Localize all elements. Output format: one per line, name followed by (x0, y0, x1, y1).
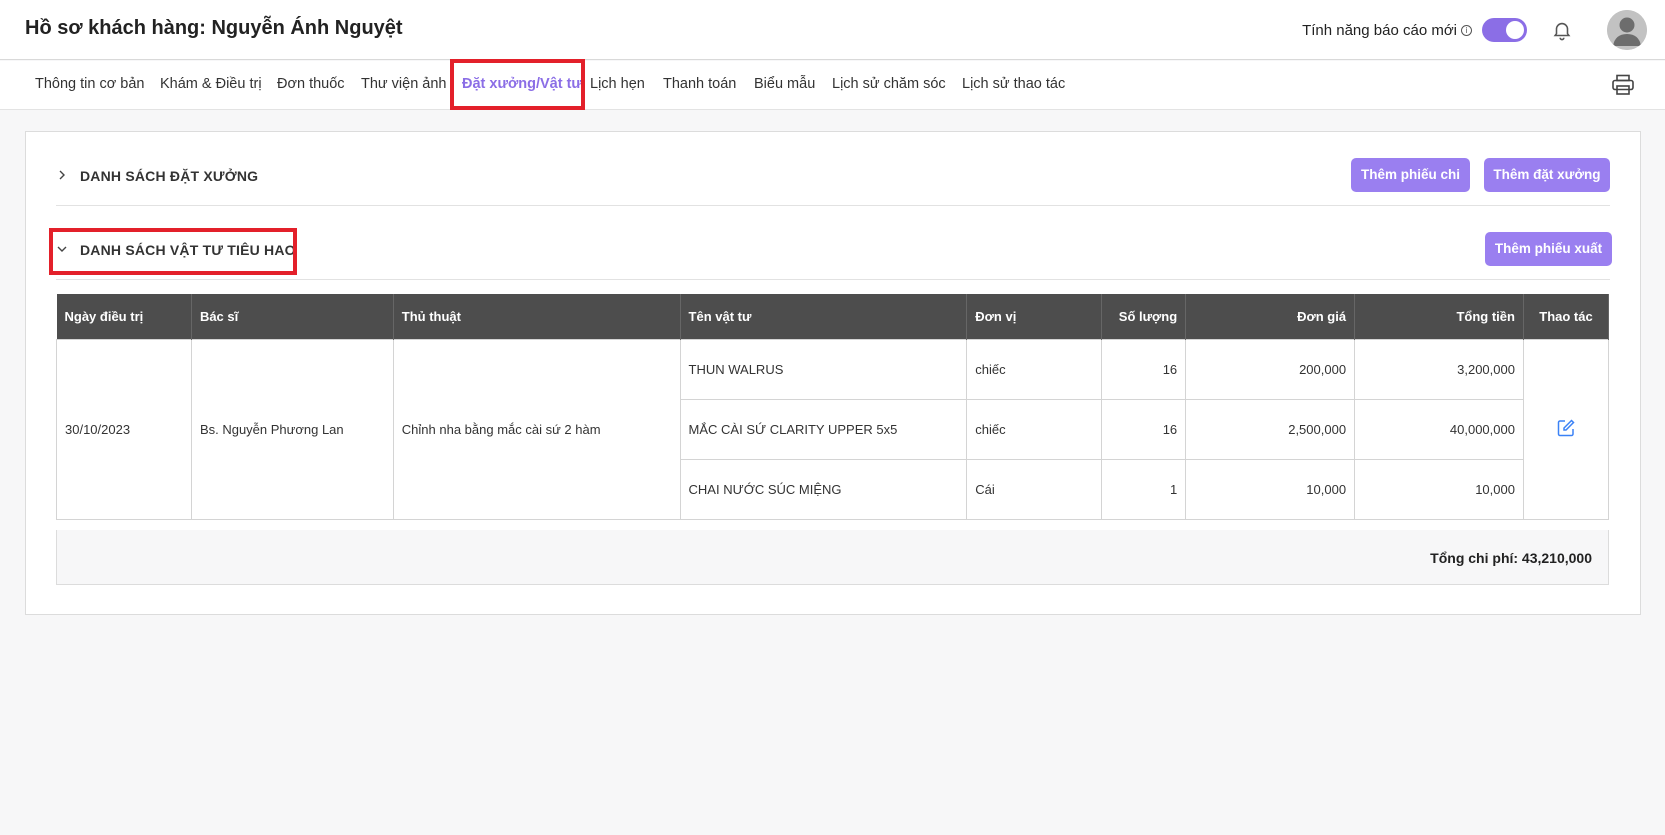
cell-unit: chiếc (966, 398, 1103, 460)
page-title: Hồ sơ khách hàng: Nguyễn Ánh Nguyệt (25, 17, 403, 39)
new-report-toggle[interactable] (1482, 18, 1527, 42)
col-item-name: Tên vật tư (680, 294, 968, 339)
new-report-feature-label: Tính năng báo cáo mới (1302, 21, 1457, 39)
total-cost-text: Tổng chi phí: 43,210,000 (1430, 550, 1592, 566)
cell-total: 40,000,000 (1354, 398, 1524, 460)
col-actions: Thao tác (1523, 294, 1610, 339)
table-row: 30/10/2023 Bs. Nguyễn Phương Lan Chỉnh n… (56, 338, 1610, 520)
tab-prescription[interactable]: Đơn thuốc (277, 76, 345, 92)
cell-actions (1522, 338, 1610, 520)
cell-treatment-date: 30/10/2023 (56, 338, 192, 520)
user-avatar[interactable] (1607, 10, 1647, 50)
cell-doctor: Bs. Nguyễn Phương Lan (190, 338, 394, 520)
cell-quantity: 16 (1101, 398, 1187, 460)
tab-action-history[interactable]: Lịch sử thao tác (962, 76, 1065, 92)
workshop-section-title: DANH SÁCH ĐẶT XƯỞNG (80, 168, 259, 184)
cell-quantity: 16 (1101, 338, 1187, 400)
table-header-row: Ngày điều trị Bác sĩ Thủ thuật Tên vật t… (56, 294, 1610, 339)
cell-total: 10,000 (1354, 458, 1524, 520)
col-unit-price: Đơn giá (1185, 294, 1356, 339)
tab-payment[interactable]: Thanh toán (663, 76, 736, 92)
workshop-section-header[interactable]: DANH SÁCH ĐẶT XƯỞNG Thêm phiếu chi Thêm … (56, 152, 1610, 206)
highlight-supplies-section (49, 228, 297, 275)
tab-appointments[interactable]: Lịch hẹn (590, 76, 645, 92)
cell-item-name: CHAI NƯỚC SÚC MIỆNG (679, 458, 968, 520)
col-quantity: Số lượng (1101, 294, 1187, 339)
col-procedure: Thủ thuật (393, 294, 681, 339)
highlight-active-tab (450, 59, 585, 110)
app-header: Hồ sơ khách hàng: Nguyễn Ánh Nguyệt Tính… (0, 0, 1665, 60)
add-export-slip-button[interactable]: Thêm phiếu xuất (1485, 232, 1612, 266)
bell-icon[interactable] (1551, 19, 1573, 41)
header-actions: Tính năng báo cáo mới i (1302, 10, 1647, 50)
cell-unit: chiếc (966, 338, 1103, 400)
printer-icon[interactable] (1611, 74, 1635, 96)
tab-basic-info[interactable]: Thông tin cơ bản (35, 76, 144, 92)
cell-unit: Cái (966, 458, 1103, 520)
tab-photo-library[interactable]: Thư viện ảnh (361, 76, 446, 92)
cell-item-name: THUN WALRUS (679, 338, 968, 400)
col-total: Tổng tiền (1354, 294, 1524, 339)
edit-icon[interactable] (1556, 418, 1576, 438)
total-cost-bar: Tổng chi phí: 43,210,000 (56, 530, 1609, 585)
toggle-knob (1506, 21, 1524, 39)
col-treatment-date: Ngày điều trị (56, 294, 192, 339)
cell-unit-price: 2,500,000 (1185, 398, 1356, 460)
cell-unit-price: 10,000 (1185, 458, 1356, 520)
supplies-table: Ngày điều trị Bác sĩ Thủ thuật Tên vật t… (56, 294, 1610, 520)
col-doctor: Bác sĩ (191, 294, 394, 339)
cell-total: 3,200,000 (1354, 338, 1524, 400)
tab-exam-treatment[interactable]: Khám & Điều trị (160, 76, 262, 92)
tab-forms[interactable]: Biểu mẫu (754, 76, 815, 92)
tab-care-history[interactable]: Lịch sử chăm sóc (832, 76, 946, 92)
col-unit: Đơn vị (966, 294, 1103, 339)
cell-quantity: 1 (1101, 458, 1187, 520)
profile-tabs: Thông tin cơ bản Khám & Điều trị Đơn thu… (0, 61, 1665, 110)
cell-procedure: Chỉnh nha bằng mắc cài sứ 2 hàm (392, 338, 681, 520)
add-workshop-order-button[interactable]: Thêm đặt xưởng (1484, 158, 1610, 192)
avatar-silhouette-icon (1607, 10, 1647, 50)
cell-unit-price: 200,000 (1185, 338, 1356, 400)
info-icon[interactable]: i (1461, 24, 1472, 36)
content-card: DANH SÁCH ĐẶT XƯỞNG Thêm phiếu chi Thêm … (25, 131, 1641, 615)
chevron-right-icon (59, 170, 65, 180)
cell-item-name: MẮC CÀI SỨ CLARITY UPPER 5x5 (679, 398, 968, 460)
add-expense-button[interactable]: Thêm phiếu chi (1351, 158, 1470, 192)
